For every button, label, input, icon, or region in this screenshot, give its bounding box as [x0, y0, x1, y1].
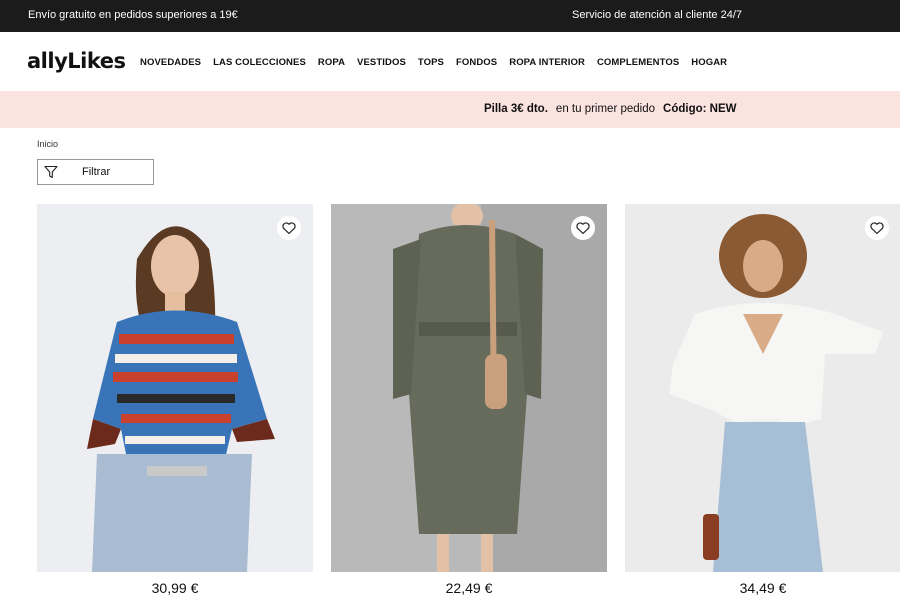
- product-price: 22,49 €: [445, 580, 493, 596]
- product-price: 30,99 €: [151, 580, 199, 596]
- heart-icon: [282, 222, 296, 235]
- wishlist-button[interactable]: [571, 216, 595, 240]
- nav-item-colecciones[interactable]: LAS COLECCIONES: [213, 57, 306, 68]
- heart-icon: [576, 222, 590, 235]
- nav-item-tops[interactable]: TOPS: [418, 57, 444, 68]
- product-card[interactable]: [331, 204, 607, 572]
- free-shipping-text: Envío gratuito en pedidos superiores a 1…: [28, 9, 238, 21]
- wishlist-button[interactable]: [865, 216, 889, 240]
- promo-offer: Pilla 3€ dto.: [484, 103, 548, 115]
- heart-icon: [870, 222, 884, 235]
- product-image[interactable]: [37, 204, 313, 572]
- nav-item-ropa[interactable]: ROPA: [318, 57, 345, 68]
- nav-item-ropa-interior[interactable]: ROPA INTERIOR: [509, 57, 585, 68]
- announcement-bar: Envío gratuito en pedidos superiores a 1…: [0, 0, 900, 32]
- nav-item-fondos[interactable]: FONDOS: [456, 57, 497, 68]
- product-image[interactable]: [625, 204, 900, 572]
- product-price: 34,49 €: [739, 580, 787, 596]
- nav-item-vestidos[interactable]: VESTIDOS: [357, 57, 406, 68]
- nav-item-complementos[interactable]: COMPLEMENTOS: [597, 57, 679, 68]
- filter-funnel-icon: [44, 165, 58, 179]
- customer-service-link[interactable]: Servicio de atención al cliente 24/7: [572, 9, 742, 21]
- wishlist-button[interactable]: [277, 216, 301, 240]
- site-header: allyLikes NOVEDADES LAS COLECCIONES ROPA…: [0, 32, 900, 90]
- filter-button[interactable]: Filtrar: [37, 159, 154, 185]
- nav-item-hogar[interactable]: HOGAR: [691, 57, 727, 68]
- nav-item-novedades[interactable]: NOVEDADES: [140, 57, 201, 68]
- promo-banner[interactable]: Pilla 3€ dto. en tu primer pedido Código: …: [0, 91, 900, 128]
- product-image[interactable]: [331, 204, 607, 572]
- main-nav: NOVEDADES LAS COLECCIONES ROPA VESTIDOS …: [140, 57, 739, 68]
- promo-text: en tu primer pedido: [555, 103, 656, 115]
- site-logo[interactable]: allyLikes: [27, 49, 126, 73]
- filter-label: Filtrar: [82, 166, 111, 178]
- promo-code: Código: NEW: [663, 103, 737, 115]
- product-card[interactable]: [37, 204, 313, 572]
- breadcrumb-home[interactable]: Inicio: [37, 139, 58, 149]
- product-card[interactable]: [625, 204, 900, 572]
